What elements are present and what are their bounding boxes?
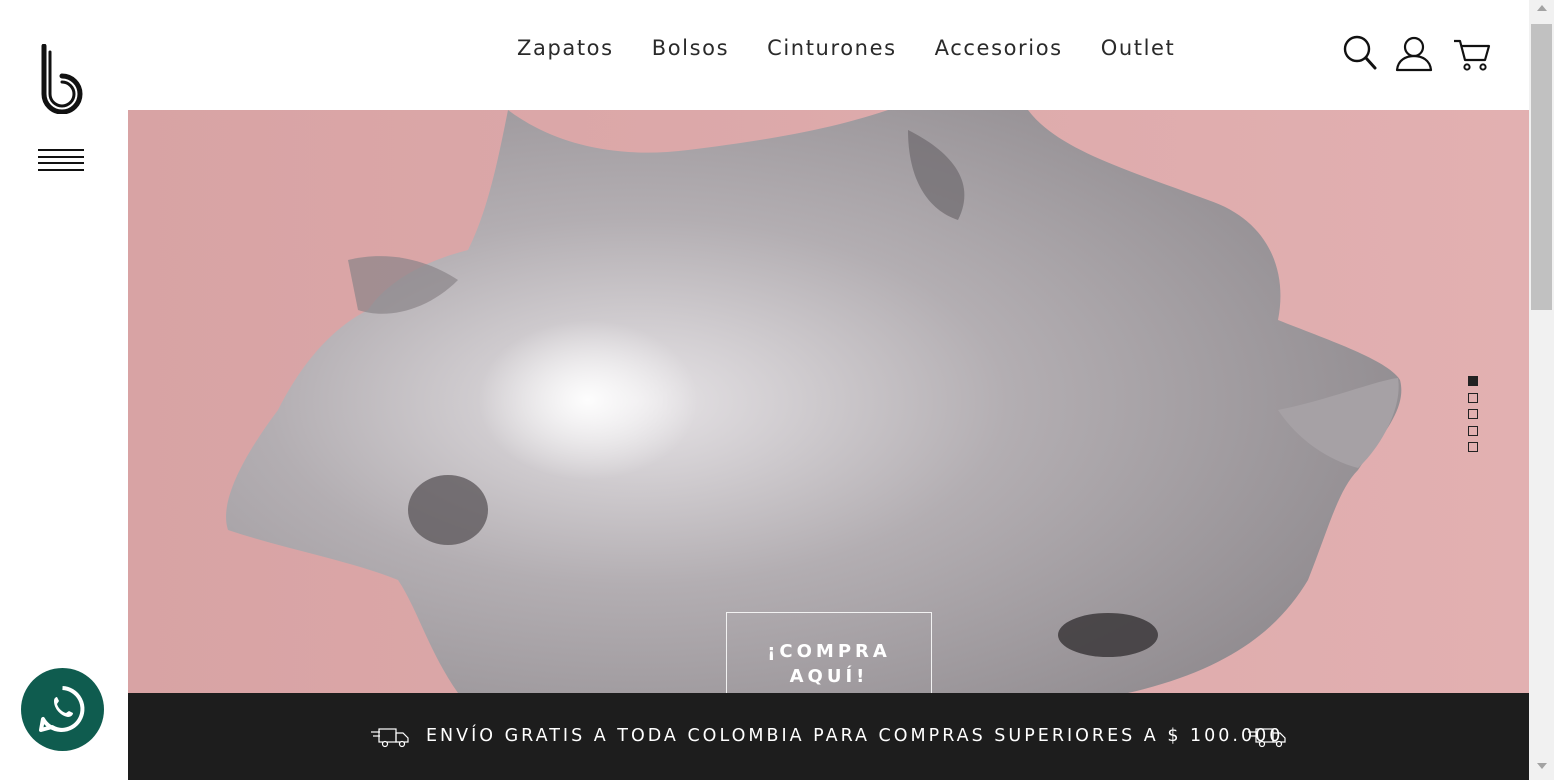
slide-dot-4[interactable] <box>1468 425 1478 436</box>
nav-item-accesorios[interactable]: Accesorios <box>935 36 1063 60</box>
hamburger-menu-button[interactable] <box>38 149 84 173</box>
slider-pagination <box>1468 376 1480 459</box>
nav-item-cinturones[interactable]: Cinturones <box>767 36 897 60</box>
page-scrollbar[interactable] <box>1529 0 1554 780</box>
slide-dot-5[interactable] <box>1468 442 1478 452</box>
b-logo-icon <box>41 43 83 115</box>
slide-dot-2[interactable] <box>1468 392 1478 403</box>
slide-dot-3[interactable] <box>1468 409 1478 419</box>
whatsapp-button[interactable] <box>21 668 104 751</box>
hero-image <box>128 110 1529 693</box>
hero-banner[interactable]: ¡COMPRA AQUÍ! <box>128 110 1529 693</box>
whatsapp-icon <box>39 686 85 732</box>
delivery-truck-icon <box>1248 728 1286 748</box>
scroll-up-arrow-icon[interactable] <box>1537 5 1547 11</box>
sidebar <box>0 0 128 780</box>
free-shipping-text: ENVÍO GRATIS A TODA COLOMBIA PARA COMPRA… <box>426 726 1284 746</box>
delivery-truck-icon <box>371 728 409 748</box>
header-icons <box>1342 34 1502 76</box>
user-icon[interactable] <box>1394 34 1434 74</box>
scroll-down-arrow-icon[interactable] <box>1537 763 1547 769</box>
nav-item-zapatos[interactable]: Zapatos <box>517 36 614 60</box>
brand-logo[interactable] <box>38 43 86 115</box>
search-icon[interactable] <box>1342 34 1378 72</box>
nav-item-bolsos[interactable]: Bolsos <box>652 36 729 60</box>
cta-line-1: ¡COMPRA <box>767 641 891 662</box>
cart-icon[interactable] <box>1452 38 1492 72</box>
top-navigation: Zapatos Bolsos Cinturones Accesorios Out… <box>128 0 1529 110</box>
free-shipping-bar: ENVÍO GRATIS A TODA COLOMBIA PARA COMPRA… <box>128 693 1529 780</box>
main-menu: Zapatos Bolsos Cinturones Accesorios Out… <box>517 36 1175 60</box>
shop-now-button[interactable]: ¡COMPRA AQUÍ! <box>726 612 932 693</box>
scrollbar-thumb[interactable] <box>1531 24 1552 310</box>
slide-dot-1[interactable] <box>1468 376 1478 386</box>
cta-line-2: AQUÍ! <box>789 666 869 687</box>
nav-item-outlet[interactable]: Outlet <box>1101 36 1176 60</box>
